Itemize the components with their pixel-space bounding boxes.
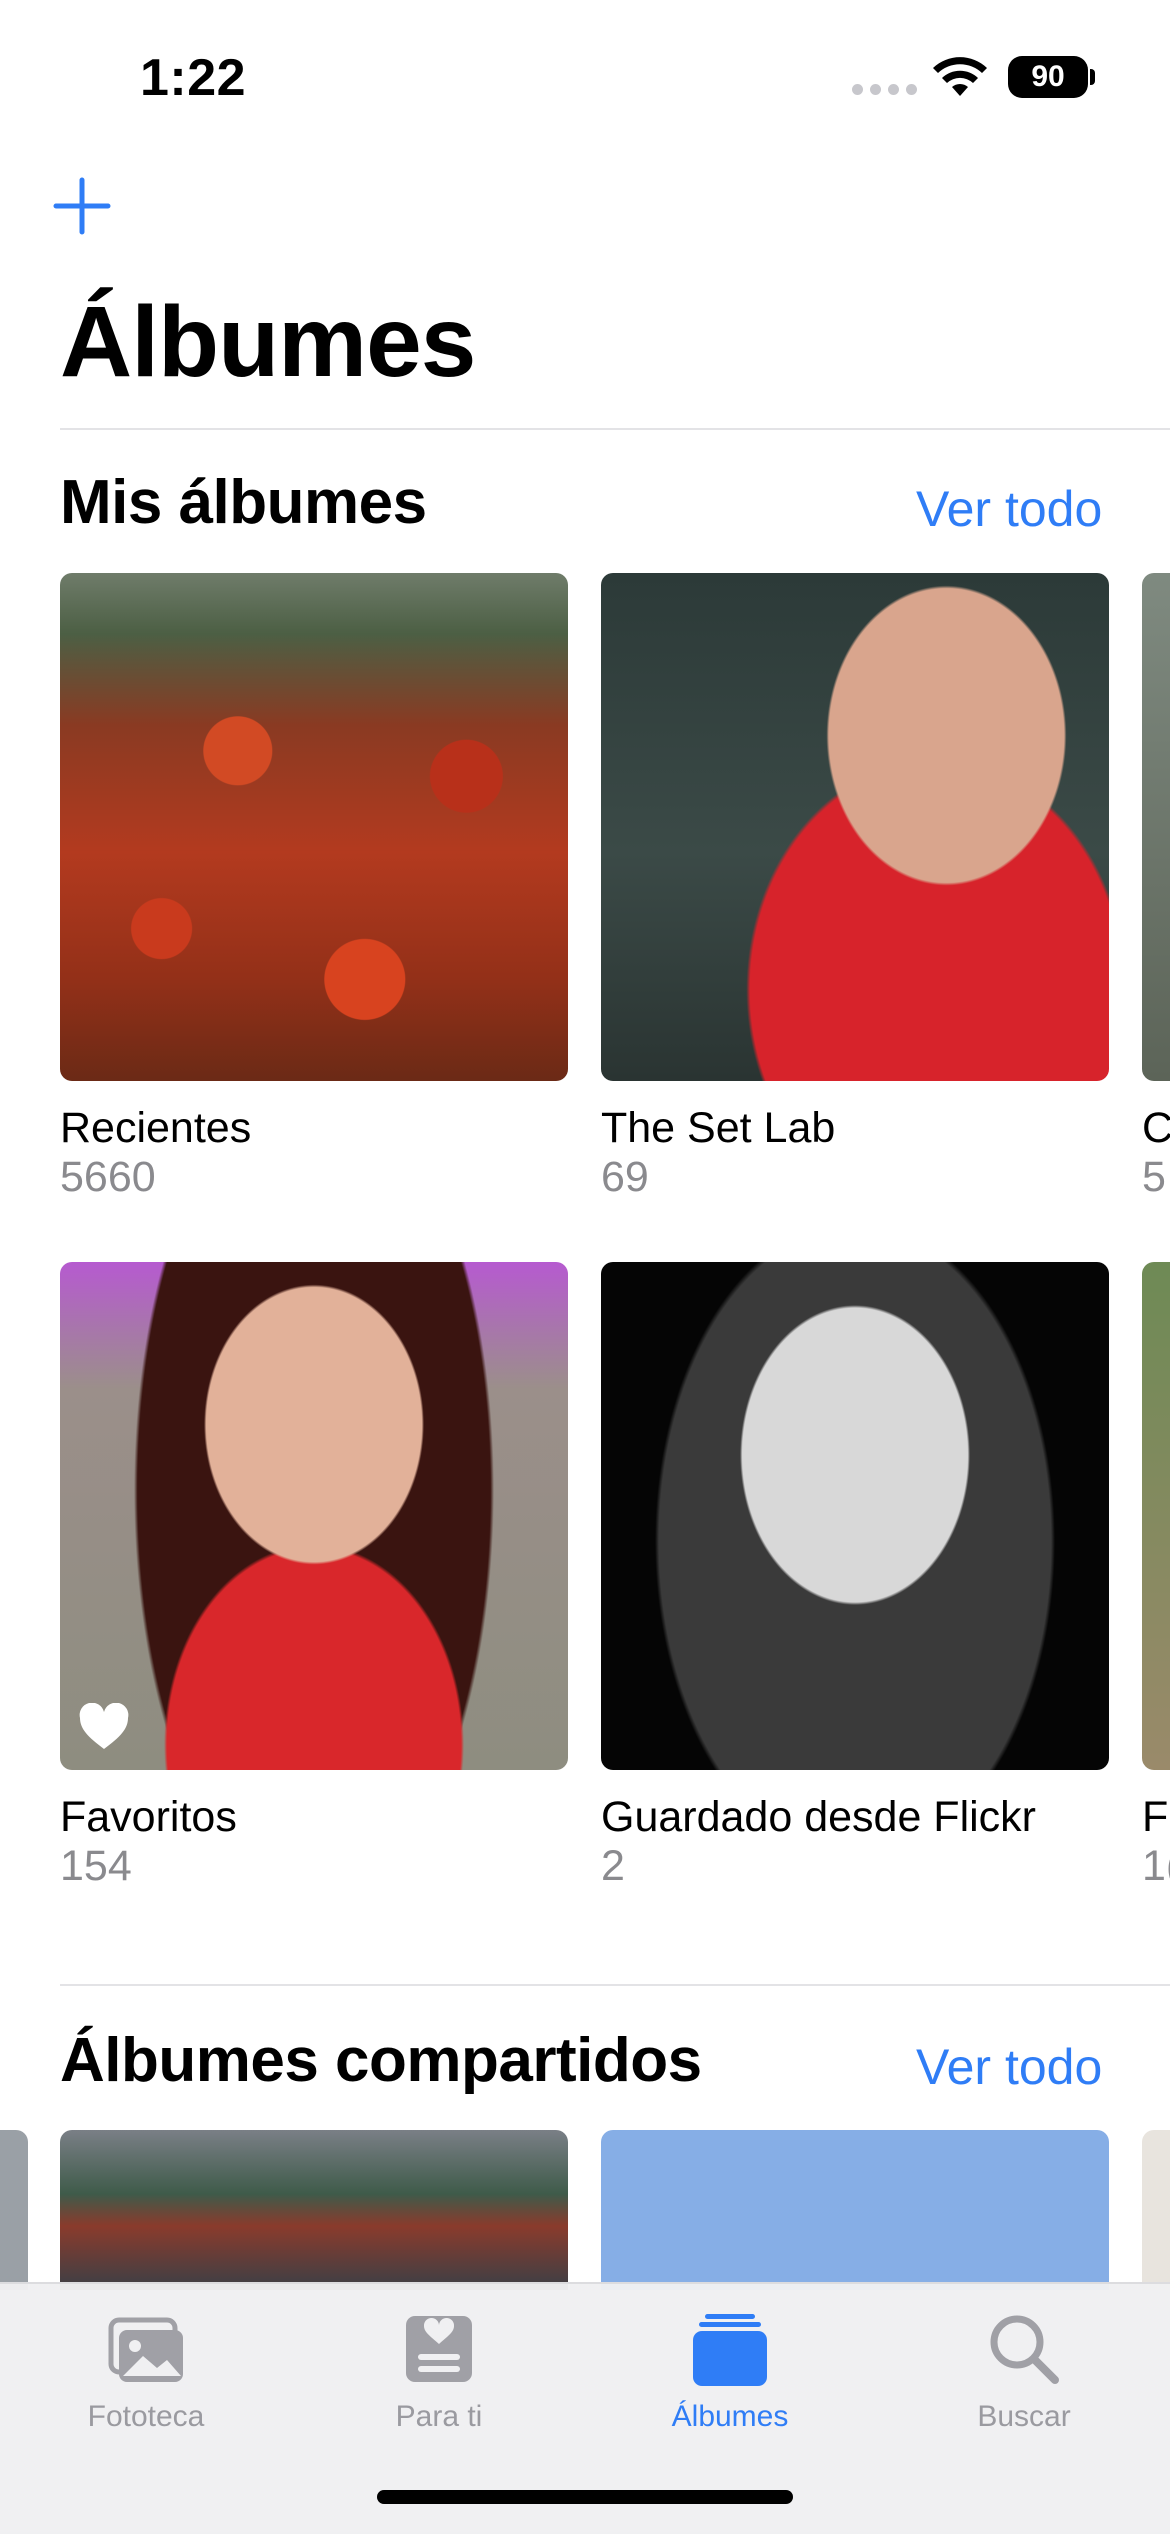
heart-icon [79,1703,129,1749]
my-albums-see-all-button[interactable]: Ver todo [916,484,1102,534]
for-you-icon [406,2316,472,2382]
album-count: 154 [60,1842,132,1890]
wifi-icon [933,57,987,96]
tab-label: Fototeca [87,2400,205,2433]
battery-icon: 90 [1008,56,1088,98]
album-name: Favoritos [60,1793,237,1841]
shared-album-thumbnail[interactable] [60,2130,568,2290]
home-indicator [377,2490,793,2504]
shared-album-thumbnail[interactable] [0,2130,28,2290]
search-icon [990,2315,1059,2384]
section-divider [60,1984,1170,1986]
my-albums-title: Mis álbumes [60,468,427,537]
tab-albumes[interactable]: Álbumes [610,2304,850,2434]
tab-fototeca[interactable]: Fototeca [26,2304,266,2434]
album-name: F [1142,1796,1169,1839]
shared-albums-title: Álbumes compartidos [60,2026,702,2095]
shared-album-thumbnail[interactable] [601,2130,1109,2290]
photos-icon [108,2317,183,2382]
album-thumbnail-the-set-lab[interactable] [601,573,1109,1081]
tab-label: Álbumes [671,2400,789,2433]
album-thumbnail-partial[interactable] [1142,1262,1170,1770]
shared-album-thumbnail[interactable] [1142,2130,1170,2290]
tab-buscar[interactable]: Buscar [904,2304,1144,2434]
album-count: 69 [601,1153,649,1201]
album-thumbnail-partial[interactable] [1142,573,1170,1081]
album-thumbnail-recientes[interactable] [60,573,568,1081]
tab-para-ti[interactable]: Para ti [319,2304,559,2434]
album-name: C [1142,1107,1170,1150]
shared-albums-see-all-button[interactable]: Ver todo [916,2042,1102,2092]
header-divider [60,428,1170,430]
album-count: 5660 [60,1153,156,1201]
album-count: 1( [1142,1845,1170,1888]
album-count: 5 [1142,1156,1166,1199]
album-name: Guardado desde Flickr [601,1793,1036,1841]
battery-tip [1090,69,1095,85]
add-album-button[interactable] [52,176,112,236]
album-thumbnail-favoritos[interactable] [60,1262,568,1770]
page-title: Álbumes [60,286,476,398]
tab-label: Para ti [395,2400,483,2433]
album-name: The Set Lab [601,1104,836,1152]
album-thumbnail-guardado-desde-flickr[interactable] [601,1262,1109,1770]
status-time: 1:22 [140,49,247,107]
album-name: Recientes [60,1104,252,1152]
tab-label: Buscar [977,2400,1071,2433]
album-count: 2 [601,1842,625,1890]
cellular-signal-icon [852,84,917,95]
albums-icon [693,2314,767,2386]
